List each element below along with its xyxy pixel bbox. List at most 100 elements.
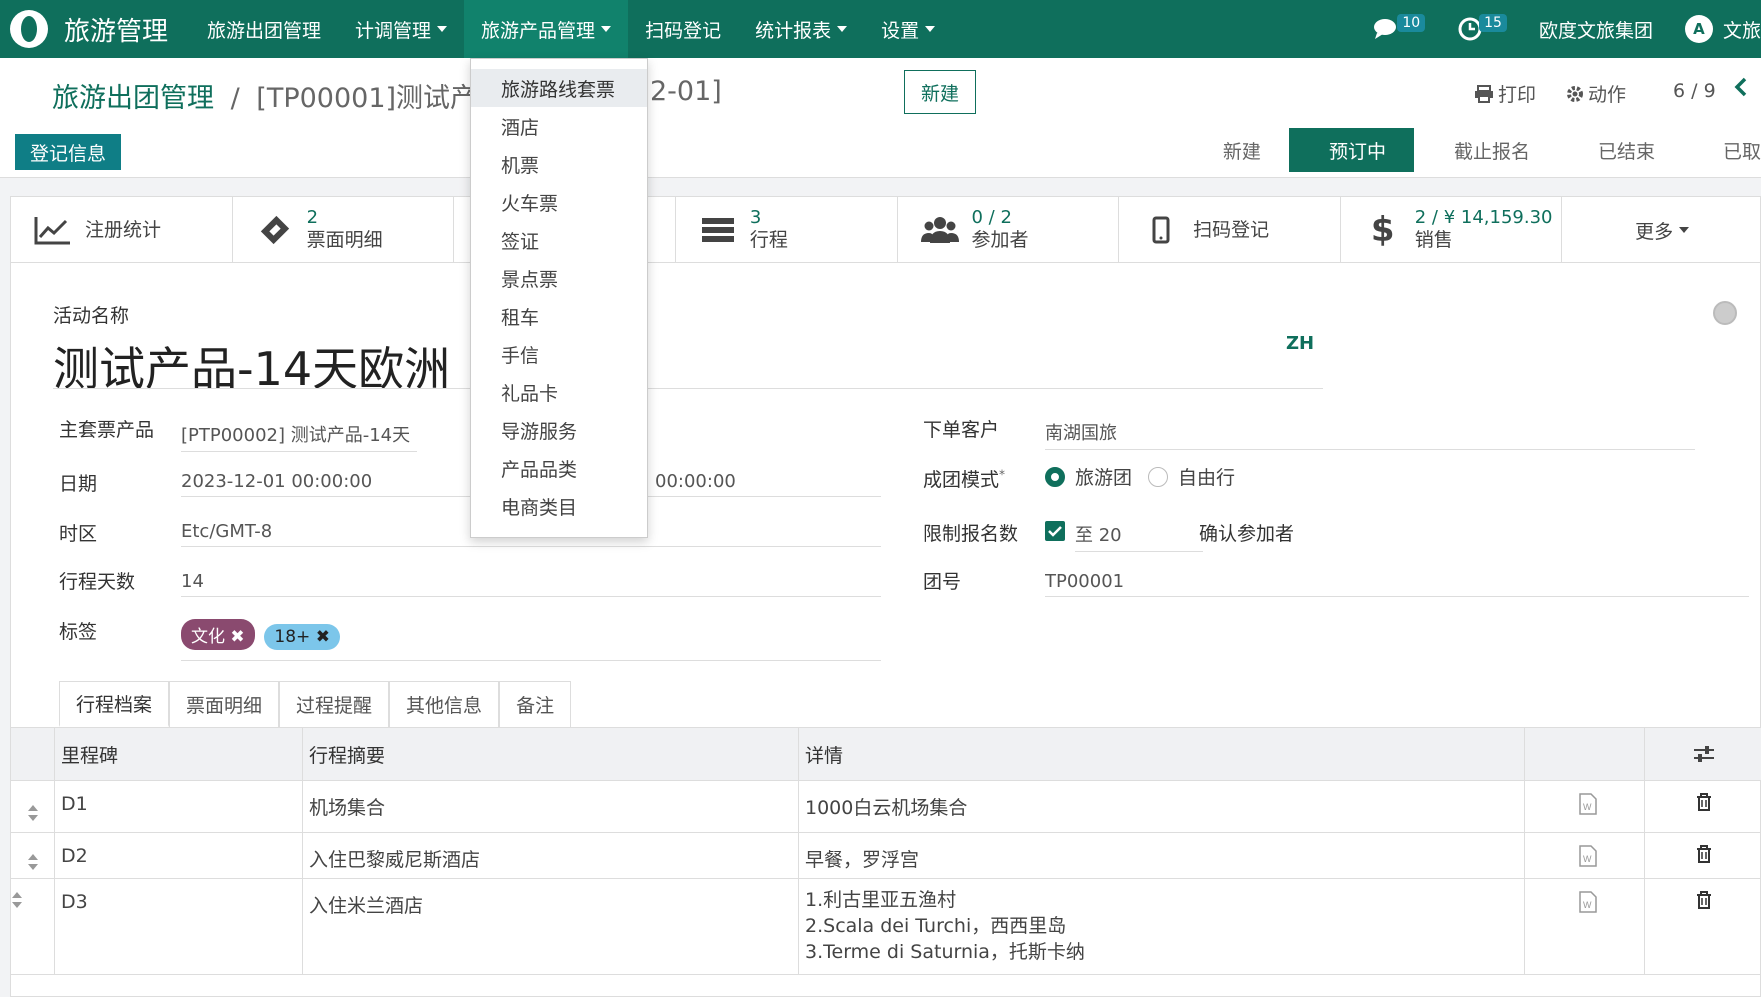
table-row[interactable]: D2 入住巴黎威尼斯酒店 早餐，罗浮宫 W: [11, 833, 1761, 879]
limit-checkbox[interactable]: [1045, 521, 1065, 541]
more-button[interactable]: 更多: [1562, 197, 1761, 263]
menu-item-route-package[interactable]: 旅游路线套票: [471, 69, 647, 107]
col-summary[interactable]: 行程摘要: [303, 728, 799, 780]
menu-scan-register[interactable]: 扫码登记: [628, 0, 738, 58]
cell-milestone[interactable]: D3: [55, 879, 303, 974]
trip-days-field[interactable]: 14: [181, 571, 881, 597]
caret-down-icon: [601, 26, 612, 32]
group-no-field[interactable]: TP00001: [1045, 571, 1749, 597]
registration-stats-button[interactable]: 注册统计: [11, 197, 233, 263]
language-button[interactable]: ZH: [1286, 333, 1314, 354]
new-button[interactable]: 新建: [904, 70, 976, 114]
cell-milestone[interactable]: D2: [55, 833, 303, 878]
messages-button[interactable]: 10: [1373, 14, 1426, 41]
sales-button[interactable]: $ 2 / ¥ 14,159.30 销售: [1341, 197, 1563, 263]
company-switcher[interactable]: 欧度文旅集团: [1539, 16, 1653, 43]
itinerary-table: 里程碑 行程摘要 详情 D1 机场集合 1000白云机场集合 W D2 入住巴黎…: [11, 727, 1761, 975]
table-row[interactable]: D3 入住米兰酒店 1.利古里亚五渔村 2.Scala dei Turchi，西…: [11, 879, 1761, 975]
menu-tour-group[interactable]: 旅游出团管理: [190, 0, 338, 58]
pager-prev-button[interactable]: [1734, 76, 1748, 98]
print-button[interactable]: 打印: [1474, 80, 1536, 107]
register-info-button[interactable]: 登记信息: [15, 134, 121, 170]
remove-tag-icon[interactable]: ✖: [316, 627, 330, 647]
detail-line: 2.Scala dei Turchi，西西里岛: [805, 915, 1067, 937]
column-settings-button[interactable]: [1645, 728, 1761, 780]
status-indicator[interactable]: [1713, 301, 1737, 325]
scan-register-button[interactable]: 扫码登记: [1119, 197, 1341, 263]
remove-tag-icon[interactable]: ✖: [230, 627, 244, 647]
stage-new[interactable]: 新建: [1200, 128, 1289, 172]
cell-summary[interactable]: 入住米兰酒店: [303, 879, 799, 974]
menu-item-flight[interactable]: 机票: [471, 145, 647, 183]
word-file-icon[interactable]: W: [1525, 833, 1645, 878]
attendees-button[interactable]: 0 / 2 参加者: [898, 197, 1120, 263]
menu-planning[interactable]: 计调管理: [338, 0, 464, 58]
ticket-details-button[interactable]: 2 票面明细: [233, 197, 455, 263]
main-ticket-field[interactable]: [PTP00002] 测试产品-14天: [181, 421, 417, 452]
menu-item-hotel[interactable]: 酒店: [471, 107, 647, 145]
col-details[interactable]: 详情: [799, 728, 1525, 780]
tab-ticket-details[interactable]: 票面明细: [169, 681, 280, 727]
table-header: 里程碑 行程摘要 详情: [11, 728, 1761, 781]
tab-reminders[interactable]: 过程提醒: [279, 681, 390, 727]
stage-closed-registration[interactable]: 截止报名: [1413, 128, 1558, 172]
app-logo-icon[interactable]: [10, 10, 48, 48]
date-end-field[interactable]: 00:00:00: [655, 471, 881, 496]
drag-handle-icon[interactable]: [11, 833, 55, 878]
menu-settings-label: 设置: [881, 19, 920, 42]
stage-booking[interactable]: 预订中: [1288, 128, 1414, 172]
breadcrumb-current-tail: 2-01]: [650, 76, 722, 107]
action-button[interactable]: 动作: [1566, 80, 1626, 107]
table-row[interactable]: D1 机场集合 1000白云机场集合 W: [11, 781, 1761, 833]
menu-reports[interactable]: 统计报表: [738, 0, 864, 58]
tab-other-info[interactable]: 其他信息: [389, 681, 500, 727]
word-file-icon[interactable]: W: [1525, 781, 1645, 832]
radio-group-tour-label: 旅游团: [1075, 467, 1133, 489]
cell-summary[interactable]: 机场集合: [303, 781, 799, 832]
menu-item-visa[interactable]: 签证: [471, 221, 647, 259]
event-name-field[interactable]: 测试产品-14天欧洲: [53, 333, 450, 399]
menu-settings[interactable]: 设置: [864, 0, 952, 58]
pager-value[interactable]: 6 / 9: [1673, 80, 1716, 102]
cell-details[interactable]: 早餐，罗浮宫: [799, 833, 1525, 878]
menu-item-car-rental[interactable]: 租车: [471, 297, 647, 335]
menu-item-guide-service[interactable]: 导游服务: [471, 411, 647, 449]
menu-item-ecommerce-category[interactable]: 电商类目: [471, 487, 647, 525]
user-name[interactable]: 文旅: [1723, 16, 1761, 43]
stage-cancelled[interactable]: 已取: [1682, 128, 1761, 172]
activities-button[interactable]: 15: [1457, 14, 1507, 42]
col-milestone[interactable]: 里程碑: [55, 728, 303, 780]
cell-milestone[interactable]: D1: [55, 781, 303, 832]
user-avatar[interactable]: A: [1684, 15, 1713, 43]
itinerary-button[interactable]: 3 行程: [676, 197, 898, 263]
menu-item-product-category[interactable]: 产品品类: [471, 449, 647, 487]
tags-label: 标签: [59, 621, 98, 643]
cell-details[interactable]: 1000白云机场集合: [799, 781, 1525, 832]
tab-itinerary[interactable]: 行程档案: [59, 681, 170, 727]
word-file-icon[interactable]: W: [1525, 879, 1645, 974]
detail-line: 1000白云机场集合: [805, 797, 968, 819]
tab-notes[interactable]: 备注: [499, 681, 572, 727]
menu-item-attraction[interactable]: 景点票: [471, 259, 647, 297]
delete-row-icon[interactable]: [1645, 781, 1761, 832]
stage-ended[interactable]: 已结束: [1557, 128, 1683, 172]
menu-products[interactable]: 旅游产品管理: [464, 0, 629, 58]
cell-summary[interactable]: 入住巴黎威尼斯酒店: [303, 833, 799, 878]
menu-item-train[interactable]: 火车票: [471, 183, 647, 221]
menu-item-souvenir[interactable]: 手信: [471, 335, 647, 373]
timezone-label: 时区: [59, 523, 98, 545]
radio-group-tour[interactable]: [1045, 466, 1065, 487]
menu-item-gift-card[interactable]: 礼品卡: [471, 373, 647, 411]
detail-line: 1.利古里亚五渔村: [805, 889, 957, 911]
breadcrumb-root[interactable]: 旅游出团管理: [52, 83, 214, 114]
app-title[interactable]: 旅游管理: [64, 11, 168, 48]
tags-field[interactable]: 文化 ✖ 18+ ✖: [181, 617, 881, 661]
drag-handle-icon[interactable]: [11, 781, 55, 832]
radio-free-travel[interactable]: [1148, 466, 1169, 487]
drag-handle-icon[interactable]: [11, 879, 55, 974]
delete-row-icon[interactable]: [1645, 833, 1761, 878]
delete-row-icon[interactable]: [1645, 879, 1761, 974]
cell-details[interactable]: 1.利古里亚五渔村 2.Scala dei Turchi，西西里岛 3.Term…: [799, 879, 1525, 974]
customer-field[interactable]: 南湖国旅: [1045, 419, 1695, 450]
limit-field[interactable]: 至 20: [1075, 521, 1203, 552]
